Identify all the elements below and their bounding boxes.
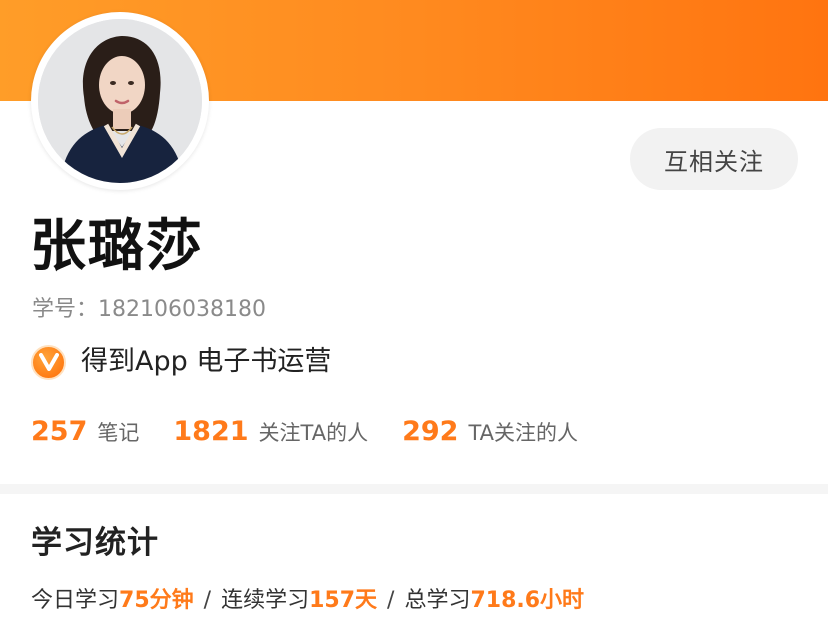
stat-notes-value: 257 <box>31 416 88 447</box>
stat-notes[interactable]: 257 笔记 <box>31 416 139 447</box>
total-value: 718.6小时 <box>470 588 585 613</box>
total-label: 总学习 <box>404 588 471 613</box>
stat-following-label: TA关注的人 <box>468 421 579 445</box>
stat-followers[interactable]: 1821 关注TA的人 <box>173 416 368 447</box>
student-id-label: 学号： <box>32 297 99 322</box>
stats-row: 257 笔记 1821 关注TA的人 292 TA关注的人 <box>31 416 612 452</box>
stat-following-value: 292 <box>402 416 459 447</box>
section-divider <box>0 484 828 494</box>
separator: / <box>387 588 395 613</box>
stat-followers-label: 关注TA的人 <box>258 421 369 445</box>
verified-v-icon <box>31 344 66 380</box>
today-label: 今日学习 <box>31 588 120 613</box>
follow-button[interactable]: 互相关注 <box>630 128 798 190</box>
today-value: 75分钟 <box>119 588 194 613</box>
streak-label: 连续学习 <box>221 588 310 613</box>
avatar[interactable] <box>38 19 202 183</box>
profile-name: 张璐莎 <box>30 214 204 279</box>
stat-notes-label: 笔记 <box>97 421 140 445</box>
study-stats-row: 今日学习75分钟 / 连续学习157天 / 总学习718.6小时 <box>31 586 584 616</box>
verification-row: 得到App 电子书运营 <box>31 343 331 381</box>
verification-text: 得到App 电子书运营 <box>81 346 332 377</box>
study-stats-title: 学习统计 <box>31 525 159 561</box>
separator: / <box>203 588 212 613</box>
avatar-frame <box>31 12 209 190</box>
stat-following[interactable]: 292 TA关注的人 <box>402 416 578 447</box>
stat-followers-value: 1821 <box>173 416 249 447</box>
streak-value: 157天 <box>309 588 378 613</box>
student-id: 学号：182106038180 <box>32 296 266 324</box>
student-id-value: 182106038180 <box>98 297 266 322</box>
avatar-portrait <box>38 19 202 183</box>
